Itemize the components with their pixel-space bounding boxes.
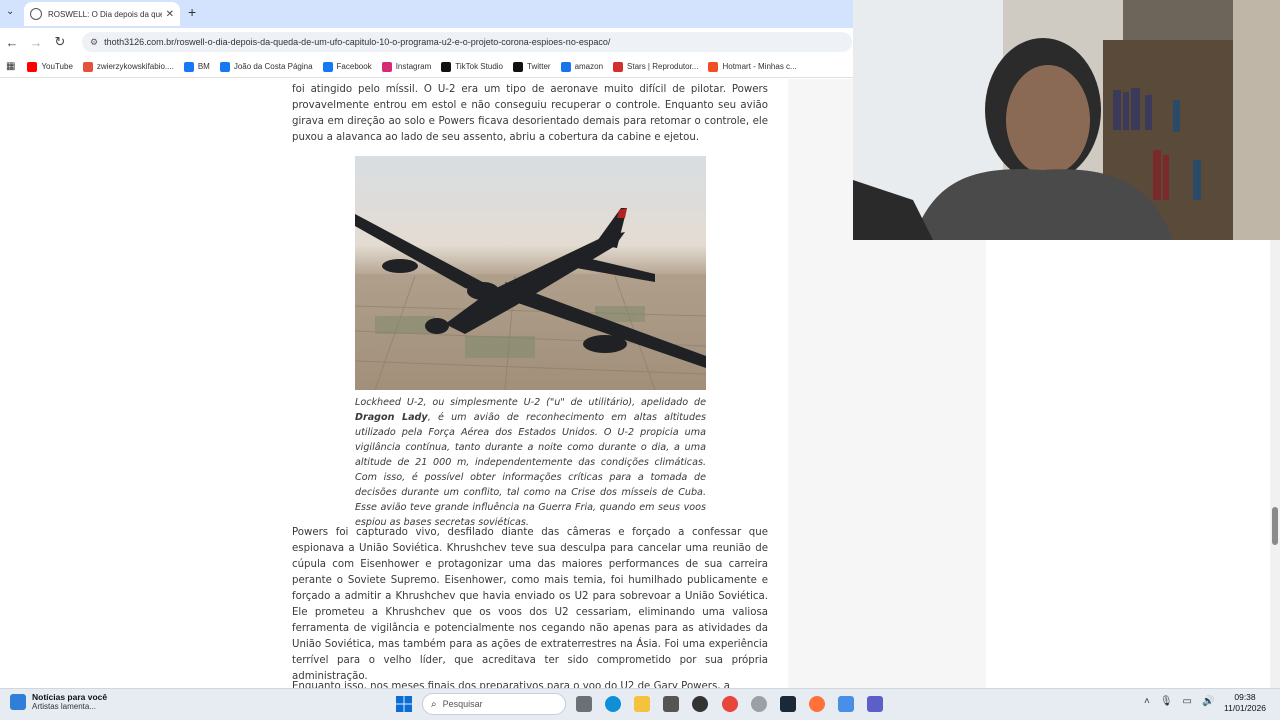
- search-icon: ⌕: [431, 698, 437, 710]
- u2-aircraft-photo: [355, 156, 706, 390]
- bookmark-label: BM: [197, 62, 210, 71]
- caption-bold-name: Dragon Lady: [355, 412, 428, 423]
- bookmark-label: zwierzykowskifabio....: [96, 62, 174, 71]
- address-bar[interactable]: ⚙ thoth3126.com.br/roswell-o-dia-depois-…: [82, 32, 852, 52]
- clock-date: 11/01/2026: [1224, 703, 1266, 713]
- bookmark-label: amazon: [574, 62, 604, 71]
- image-caption: Lockheed U-2, ou simplesmente U-2 ("u" d…: [355, 395, 706, 530]
- instagram-icon: [381, 61, 392, 72]
- meta-icon: [183, 61, 194, 72]
- close-tab-icon[interactable]: ✕: [166, 9, 174, 20]
- edge-icon[interactable]: [605, 696, 621, 712]
- file-explorer-icon[interactable]: [634, 696, 650, 712]
- browser-tab-active[interactable]: ROSWELL: O Dia depois da que ✕: [24, 2, 180, 26]
- news-widget[interactable]: Notícias para você Artistas lamenta...: [10, 692, 107, 711]
- bookmark-item[interactable]: BM: [183, 61, 210, 72]
- settings-icon[interactable]: [751, 696, 767, 712]
- clock[interactable]: 09:38 11/01/2026: [1220, 692, 1270, 714]
- volume-icon[interactable]: 🔊: [1202, 696, 1214, 707]
- scrollbar-thumb[interactable]: [1272, 507, 1278, 545]
- windows-start-icon[interactable]: [396, 696, 412, 712]
- teams-icon[interactable]: [867, 696, 883, 712]
- bookmark-label: Instagram: [395, 62, 432, 71]
- bookmark-item[interactable]: zwierzykowskifabio....: [82, 61, 174, 72]
- caption-text-rest: , é um avião de reconhecimento em altas …: [355, 412, 706, 528]
- bookmark-item[interactable]: Instagram: [381, 61, 432, 72]
- article-paragraph: foi atingido pelo míssil. O U-2 era um t…: [292, 84, 768, 143]
- amazon-icon: [560, 61, 571, 72]
- clock-time: 09:38: [1234, 692, 1256, 702]
- new-tab-icon[interactable]: +: [188, 4, 196, 20]
- youtube-icon: [27, 61, 38, 72]
- bookmark-label: Stars | Reprodutor...: [627, 62, 699, 71]
- network-icon[interactable]: ▭: [1183, 696, 1192, 707]
- task-view-icon[interactable]: [576, 696, 592, 712]
- bookmark-label: Twitter: [527, 62, 551, 71]
- github-icon[interactable]: [692, 696, 708, 712]
- chrome-icon[interactable]: [722, 696, 738, 712]
- bookmark-item[interactable]: YouTube: [27, 61, 73, 72]
- bookmark-item[interactable]: Facebook: [322, 61, 372, 72]
- bookmark-item[interactable]: amazon: [560, 61, 604, 72]
- facebook-icon: [219, 61, 230, 72]
- site-favicon-icon: [30, 8, 42, 20]
- news-title: Notícias para você: [32, 692, 108, 702]
- webcam-overlay: [853, 0, 1280, 240]
- system-tray: ˄ 🎙 ▭ 🔊: [1144, 696, 1214, 707]
- hotmart-icon: [708, 61, 719, 72]
- x-icon: [513, 61, 523, 72]
- reload-icon[interactable]: ↻: [48, 34, 72, 50]
- tab-search-icon[interactable]: ⌄: [6, 6, 14, 17]
- bookmark-item[interactable]: TikTok Studio: [441, 61, 503, 72]
- search-placeholder: Pesquisar: [442, 699, 483, 709]
- bookmark-item[interactable]: Twitter: [513, 61, 551, 72]
- flame-icon: [82, 61, 93, 72]
- article-paragraph: Enquanto isso, nos meses finais dos prep…: [292, 681, 730, 688]
- bookmark-label: Hotmart - Minhas c...: [722, 62, 797, 71]
- star-icon: [613, 61, 624, 72]
- microphone-icon[interactable]: 🎙: [1160, 696, 1173, 707]
- bookmark-label: TikTok Studio: [455, 62, 503, 71]
- firefox-icon[interactable]: [809, 696, 825, 712]
- site-info-icon[interactable]: ⚙: [90, 37, 98, 48]
- store-icon[interactable]: [663, 696, 679, 712]
- bookmark-label: YouTube: [41, 62, 73, 71]
- weather-news-icon: [10, 693, 26, 710]
- steam-icon[interactable]: [780, 696, 796, 712]
- bookmark-item[interactable]: João da Costa Página: [219, 61, 313, 72]
- chevron-up-icon[interactable]: ˄: [1144, 696, 1150, 707]
- bookmark-item[interactable]: Hotmart - Minhas c...: [708, 61, 797, 72]
- facebook-icon: [322, 61, 333, 72]
- forward-icon[interactable]: →: [24, 35, 48, 50]
- taskbar-search[interactable]: ⌕ Pesquisar: [422, 693, 566, 715]
- tiktok-icon: [441, 61, 452, 72]
- caption-text-start: Lockheed U-2, ou simplesmente U-2 ("u" d…: [355, 397, 706, 408]
- bookmark-label: Facebook: [336, 62, 372, 71]
- copilot-icon[interactable]: [838, 696, 854, 712]
- news-subtitle: Artistas lamenta...: [32, 702, 97, 711]
- bookmark-label: João da Costa Página: [233, 62, 313, 71]
- apps-icon[interactable]: ▦: [6, 61, 15, 72]
- url-text: thoth3126.com.br/roswell-o-dia-depois-da…: [104, 37, 611, 47]
- tab-title: ROSWELL: O Dia depois da que: [48, 9, 162, 19]
- bookmarks-bar: ▦ YouTube zwierzykowskifabio.... BM João da…: [0, 56, 853, 78]
- article-paragraph: Powers foi capturado vivo, desfilado dia…: [292, 527, 768, 682]
- bookmark-item[interactable]: Stars | Reprodutor...: [613, 61, 699, 72]
- back-icon[interactable]: ←: [0, 35, 24, 50]
